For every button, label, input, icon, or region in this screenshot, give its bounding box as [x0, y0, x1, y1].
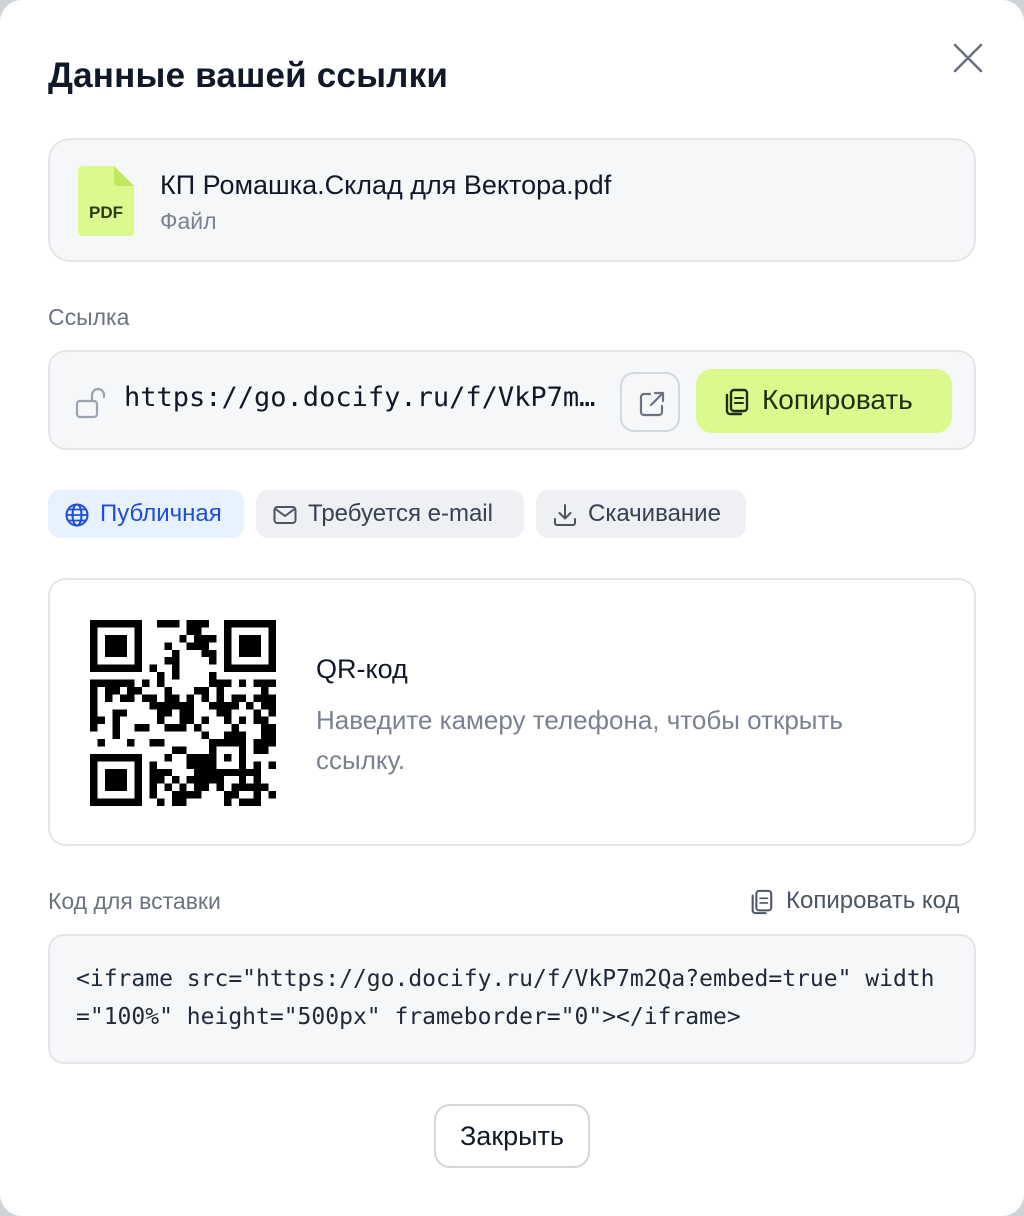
access-chip-label: Публичная: [100, 500, 222, 527]
open-link-button[interactable]: [620, 372, 680, 432]
mail-icon: [273, 506, 297, 524]
clipboard-icon: [725, 388, 749, 416]
copy-link-button[interactable]: Копировать: [696, 369, 952, 433]
qr-card: QR-код Наведите камеру телефона, чтобы о…: [48, 578, 976, 846]
access-chip-public[interactable]: Публичная: [48, 490, 244, 538]
dialog-title: Данные вашей ссылки: [48, 56, 449, 95]
link-label: Ссылка: [48, 304, 130, 330]
file-card: PDF КП Ромашка.Склад для Вектора.pdf Фай…: [48, 138, 976, 262]
file-name: КП Ромашка.Склад для Вектора.pdf: [160, 170, 612, 200]
link-url[interactable]: https://go.docify.ru/f/VkP7m2Qa: [124, 382, 604, 413]
globe-icon: [65, 503, 89, 527]
pdf-file-icon: PDF: [78, 166, 134, 236]
copy-code-label: Копировать код: [786, 887, 960, 914]
file-type: Файл: [160, 208, 217, 234]
pdf-icon-label: PDF: [89, 203, 123, 222]
access-chip-download[interactable]: Скачивание: [536, 490, 746, 538]
unlock-icon: [74, 386, 108, 420]
qr-title: QR-код: [316, 654, 408, 684]
close-button[interactable]: Закрыть: [434, 1104, 590, 1168]
download-icon: [554, 504, 576, 526]
access-chip-email[interactable]: Требуется e-mail: [256, 490, 524, 538]
link-details-dialog: Данные вашей ссылки PDF КП Ромашка.Склад…: [0, 0, 1024, 1216]
access-chip-label: Скачивание: [588, 500, 721, 527]
embed-code[interactable]: <iframe src="https://go.docify.ru/f/VkP7…: [76, 960, 956, 1036]
access-chip-label: Требуется e-mail: [308, 500, 493, 527]
clipboard-icon: [751, 889, 773, 915]
embed-code-box[interactable]: <iframe src="https://go.docify.ru/f/VkP7…: [48, 934, 976, 1064]
close-icon[interactable]: [948, 38, 988, 78]
copy-link-label: Копировать: [762, 384, 913, 415]
qr-code-image: [90, 620, 276, 806]
qr-description: Наведите камеру телефона, чтобы открыть …: [316, 705, 843, 775]
link-field: https://go.docify.ru/f/VkP7m2Qa Копирова…: [48, 350, 976, 450]
external-link-icon: [639, 391, 665, 417]
embed-label: Код для вставки: [48, 888, 221, 914]
